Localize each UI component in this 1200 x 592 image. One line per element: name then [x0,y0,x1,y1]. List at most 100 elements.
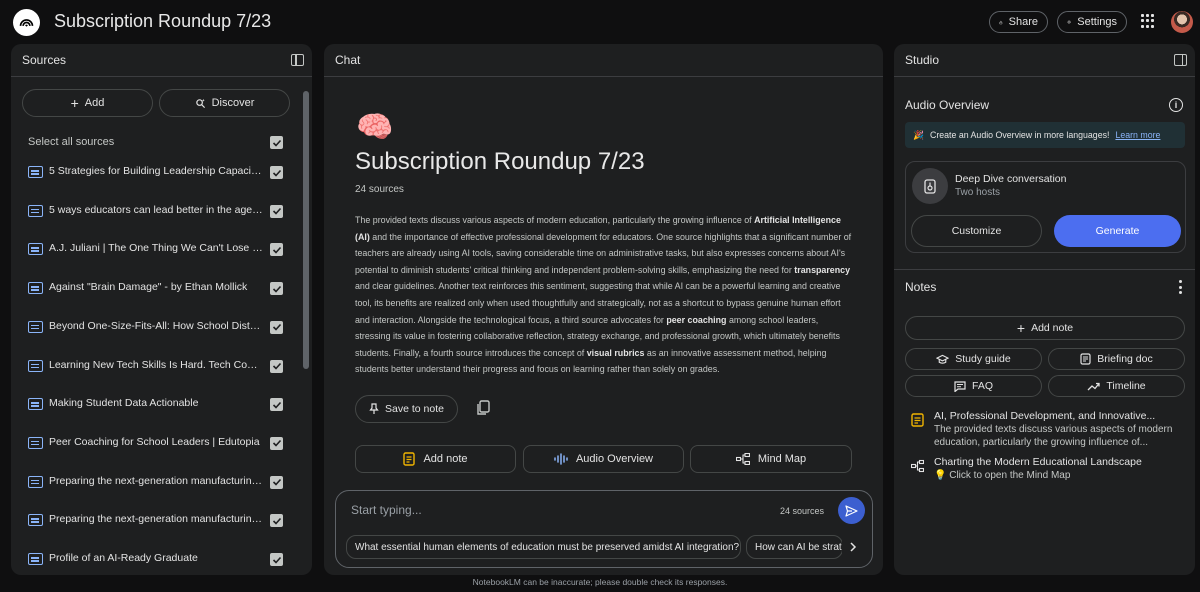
pin-icon [369,403,379,414]
chevron-right-icon[interactable] [842,537,864,557]
source-checkbox[interactable] [270,320,283,334]
source-checkbox[interactable] [270,398,283,412]
select-all-checkbox[interactable] [270,136,283,149]
audio-overview-label: Audio Overview [575,453,654,465]
chat-input-placeholder[interactable]: Start typing... [351,503,422,517]
timeline-button[interactable]: Timeline [1048,375,1185,397]
source-checkbox[interactable] [270,204,283,218]
source-label: 5 Strategies for Building Leadership Cap… [49,165,263,177]
source-item[interactable]: Preparing the next-generation manufactur… [11,503,301,541]
mind-map-button[interactable]: Mind Map [690,445,852,473]
sources-header: Sources [11,44,312,77]
source-item[interactable]: A.J. Juliani | The One Thing We Can't Lo… [11,232,301,270]
discover-icon [195,98,205,108]
suggestion-chip[interactable]: What essential human elements of educati… [346,535,741,559]
studio-header: Studio [894,44,1195,77]
studio-add-note-button[interactable]: + Add note [905,316,1185,340]
discover-label: Discover [211,97,255,109]
notebook-emoji: 🧠 [356,111,394,144]
apps-grid-icon[interactable] [1141,14,1155,28]
note-icon [911,413,924,427]
chat-panel: Chat 🧠 Subscription Roundup 7/23 24 sour… [324,44,883,575]
send-icon [845,504,858,517]
document-icon [28,166,43,178]
mind-map-icon [735,453,750,465]
source-item[interactable]: Profile of an AI-Ready Graduate [11,542,301,575]
source-checkbox[interactable] [270,436,283,450]
briefing-doc-button[interactable]: Briefing doc [1048,348,1185,370]
note-item[interactable]: AI, Professional Development, and Innova… [905,410,1185,454]
sources-panel: Sources + Add Discover Select all source… [11,44,312,575]
source-checkbox[interactable] [270,282,283,296]
suggestion-chip[interactable]: How can AI be strat [746,535,843,559]
add-source-button[interactable]: + Add [22,89,153,117]
save-to-note-button[interactable]: Save to note [355,395,458,423]
source-checkbox[interactable] [270,243,283,257]
studio-add-note-label: Add note [1031,322,1074,334]
learn-more-link[interactable]: Learn more [1115,130,1160,140]
notes-heading: Notes [905,280,937,294]
avatar[interactable] [1171,11,1193,33]
study-guide-button[interactable]: Study guide [905,348,1042,370]
mind-map-label: Mind Map [757,453,807,465]
source-item[interactable]: 5 Strategies for Building Leadership Cap… [11,155,301,193]
gear-icon [1067,20,1071,24]
notebook-title[interactable]: Subscription Roundup 7/23 [54,11,271,32]
copy-icon[interactable] [476,400,490,416]
notebook-summary: The provided texts discuss various aspec… [355,212,855,378]
briefing-doc-label: Briefing doc [1097,353,1153,365]
add-note-button[interactable]: Add note [355,445,516,473]
audio-waveform-icon [554,453,568,465]
source-checkbox[interactable] [270,514,283,528]
notebooklm-logo-icon[interactable] [13,9,40,36]
source-item[interactable]: Against "Brain Damage" - by Ethan Mollic… [11,271,301,309]
collapse-panel-icon[interactable] [1174,54,1187,66]
note-preview: The provided texts discuss various aspec… [934,424,1173,448]
summary-text: and the importance of effective professi… [355,231,852,275]
audio-overview-button[interactable]: Audio Overview [523,445,684,473]
note-icon [403,452,416,466]
more-options-icon[interactable] [1178,280,1182,294]
info-icon[interactable]: i [1169,98,1183,112]
source-checkbox[interactable] [270,166,283,179]
source-checkbox[interactable] [270,553,283,566]
add-label: Add [84,97,105,109]
source-item[interactable]: Preparing the next-generation manufactur… [11,465,301,503]
sources-scrollbar[interactable] [303,91,309,369]
party-icon: 🎉 [913,129,924,140]
settings-button[interactable]: Settings [1057,11,1127,33]
faq-button[interactable]: FAQ [905,375,1042,397]
select-all-label: Select all sources [28,136,115,148]
deep-dive-card: Deep Dive conversation Two hosts Customi… [905,161,1186,253]
source-checkbox[interactable] [270,475,283,489]
audio-file-icon [912,168,948,204]
discover-button[interactable]: Discover [159,89,290,117]
generate-button[interactable]: Generate [1054,215,1181,247]
source-item[interactable]: 5 ways educators can lead better in the … [11,194,301,232]
note-item[interactable]: Charting the Modern Educational Landscap… [905,456,1185,488]
collapse-panel-icon[interactable] [291,54,304,66]
audio-overview-heading: Audio Overview [905,98,990,112]
studio-panel: Studio Audio Overview i 🎉 Create an Audi… [894,44,1195,575]
source-label: Learning New Tech Skills Is Hard. Tech C… [49,358,263,371]
chat-input-box[interactable]: Start typing... 24 sources What essentia… [335,490,873,568]
source-item[interactable]: Learning New Tech Skills Is Hard. Tech C… [11,349,301,387]
document-icon [28,320,43,333]
share-button[interactable]: Share [989,11,1048,33]
send-button[interactable] [838,497,865,524]
source-item[interactable]: Beyond One-Size-Fits-All: How School Dis… [11,310,301,348]
sources-title: Sources [22,53,67,67]
document-icon [28,514,43,527]
note-title: Charting the Modern Educational Landscap… [934,456,1142,468]
document-icon [28,436,43,449]
source-item[interactable]: Making Student Data Actionable [11,387,301,425]
customize-button[interactable]: Customize [911,215,1042,247]
document-icon [28,204,43,217]
source-count: 24 sources [355,184,404,195]
source-item[interactable]: Peer Coaching for School Leaders | Eduto… [11,426,301,464]
deep-dive-title: Deep Dive conversation [955,173,1067,185]
source-label: Making Student Data Actionable [49,397,199,410]
source-checkbox[interactable] [270,359,283,373]
source-label: A.J. Juliani | The One Thing We Can't Lo… [49,242,263,255]
studio-title: Studio [905,53,940,67]
